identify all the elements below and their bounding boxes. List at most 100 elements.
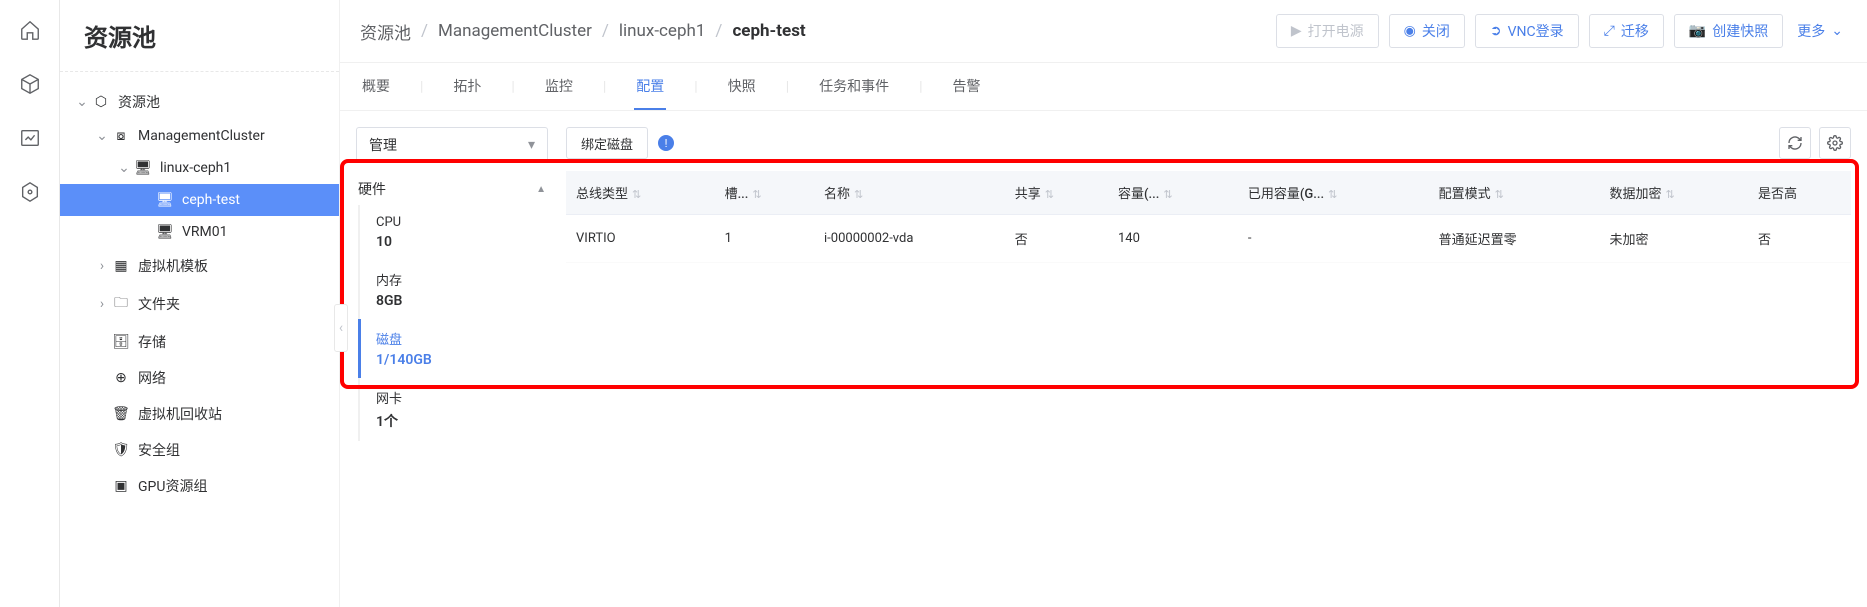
gpu-icon: ▣ [112, 478, 130, 494]
vnc-button[interactable]: ➲VNC登录 [1475, 14, 1579, 48]
col-is[interactable]: 是否高 [1748, 171, 1851, 215]
table-header-row: 总线类型⇅ 槽...⇅ 名称⇅ 共享⇅ 容量(...⇅ 已用容量(G...⇅ 配… [566, 171, 1851, 215]
bind-disk-button[interactable]: 绑定磁盘 [566, 127, 648, 159]
tree-host[interactable]: ⌄🖥linux-ceph1 [60, 152, 339, 184]
main: 资源池/ ManagementCluster/ linux-ceph1/ cep… [340, 0, 1867, 607]
tab-config[interactable]: 配置 [634, 63, 666, 110]
chart-icon[interactable] [18, 126, 42, 150]
info-icon[interactable]: ! [658, 135, 674, 151]
tab-topology[interactable]: 拓扑 [451, 63, 483, 110]
chevron-down-icon: ⌄ [94, 128, 110, 144]
chevron-down-icon: ⌄ [1831, 23, 1843, 39]
content: 管理 ▾ 硬件 ▲ CPU 10 内存 8GB [340, 111, 1867, 607]
storage-icon: 🗄 [112, 334, 130, 350]
col-encrypt[interactable]: 数据加密⇅ [1599, 171, 1748, 215]
chevron-down-icon: ⌄ [116, 160, 132, 176]
tree-templates[interactable]: ›▦虚拟机模板 [60, 248, 339, 284]
snapshot-button[interactable]: 📷创建快照 [1674, 14, 1783, 48]
cell-slot: 1 [715, 215, 814, 263]
migrate-button[interactable]: ⤢迁移 [1589, 14, 1664, 48]
breadcrumb-item[interactable]: ManagementCluster [438, 21, 592, 41]
cell-encrypt: 未加密 [1599, 215, 1748, 263]
more-button[interactable]: 更多 ⌄ [1793, 14, 1847, 48]
cell-name: i-00000002-vda [814, 215, 1005, 263]
tree-storage[interactable]: 🗄存储 [60, 324, 339, 360]
col-name[interactable]: 名称⇅ [814, 171, 1005, 215]
hw-item-cpu[interactable]: CPU 10 [360, 205, 548, 260]
hw-item-nic[interactable]: 网卡 1个 [360, 378, 548, 441]
tab-overview[interactable]: 概要 [360, 63, 392, 110]
col-bus[interactable]: 总线类型⇅ [566, 171, 715, 215]
sort-icon: ⇅ [632, 188, 641, 201]
hw-header[interactable]: 硬件 ▲ [356, 173, 548, 205]
cell-is: 否 [1748, 215, 1851, 263]
settings-button[interactable] [1819, 127, 1851, 159]
tree-cluster[interactable]: ⌄⧇ManagementCluster [60, 120, 339, 152]
tab-snapshot[interactable]: 快照 [726, 63, 758, 110]
sort-icon: ⇅ [1045, 188, 1054, 201]
network-icon: ⊕ [112, 370, 130, 386]
col-slot[interactable]: 槽...⇅ [715, 171, 814, 215]
col-cap[interactable]: 容量(...⇅ [1108, 171, 1238, 215]
collapse-handle[interactable]: ‹ [334, 304, 348, 352]
login-icon: ➲ [1490, 23, 1502, 39]
sort-icon: ⇅ [1495, 188, 1504, 201]
cell-used: - [1238, 215, 1429, 263]
tab-alarm[interactable]: 告警 [951, 63, 983, 110]
nav-rail [0, 0, 60, 607]
action-bar: ▶打开电源 ◉关闭 ➲VNC登录 ⤢迁移 📷创建快照 更多 ⌄ [1276, 14, 1847, 48]
template-icon: ▦ [112, 258, 130, 274]
col-share[interactable]: 共享⇅ [1005, 171, 1108, 215]
breadcrumb-item[interactable]: 资源池 [360, 19, 411, 44]
caret-down-icon: ▾ [528, 137, 535, 153]
cluster-icon: ⧇ [112, 128, 130, 144]
tree-gpu[interactable]: ▣GPU资源组 [60, 468, 339, 504]
vm-icon: 🖥 [156, 224, 174, 240]
hw-item-disk[interactable]: 磁盘 1/140GB [358, 319, 548, 378]
migrate-icon: ⤢ [1604, 23, 1615, 39]
cell-share: 否 [1005, 215, 1108, 263]
mgmt-panel: 管理 ▾ 硬件 ▲ CPU 10 内存 8GB [356, 127, 548, 591]
tree-secgroup[interactable]: 🛡安全组 [60, 432, 339, 468]
play-icon: ▶ [1291, 23, 1302, 39]
tree-root[interactable]: ⌄⬡资源池 [60, 84, 339, 120]
sort-icon: ⇅ [752, 188, 761, 201]
tree-network[interactable]: ⊕网络 [60, 360, 339, 396]
sidebar-title: 资源池 [60, 18, 339, 72]
trash-icon: 🗑 [112, 406, 130, 422]
tab-monitor[interactable]: 监控 [543, 63, 575, 110]
tree-recycle[interactable]: 🗑虚拟机回收站 [60, 396, 339, 432]
refresh-button[interactable] [1779, 127, 1811, 159]
power-on-button: ▶打开电源 [1276, 14, 1379, 48]
chevron-down-icon: ⌄ [74, 94, 90, 110]
tree-vm-ceph-test[interactable]: 🖥ceph-test [60, 184, 339, 216]
col-used[interactable]: 已用容量(G...⇅ [1238, 171, 1429, 215]
hw-item-memory[interactable]: 内存 8GB [360, 260, 548, 319]
resource-tree: ⌄⬡资源池 ⌄⧇ManagementCluster ⌄🖥linux-ceph1 … [60, 84, 339, 504]
table-panel: 绑定磁盘 ! 总线类型⇅ 槽...⇅ 名称⇅ 共享⇅ 容量( [566, 127, 1867, 591]
sidebar: 资源池 ⌄⬡资源池 ⌄⧇ManagementCluster ⌄🖥linux-ce… [60, 0, 340, 607]
shield-icon: 🛡 [112, 442, 130, 458]
tab-tasks[interactable]: 任务和事件 [817, 63, 891, 110]
tree-folders[interactable]: ›🗀文件夹 [60, 284, 339, 324]
camera-icon: 📷 [1689, 23, 1706, 39]
sort-icon: ⇅ [1328, 188, 1337, 201]
vm-icon: 🖥 [156, 192, 174, 208]
hexagon-icon[interactable] [18, 180, 42, 204]
folder-icon: 🗀 [112, 292, 130, 316]
cell-bus: VIRTIO [566, 215, 715, 263]
mgmt-select[interactable]: 管理 ▾ [356, 127, 548, 163]
sort-icon: ⇅ [1666, 188, 1675, 201]
col-mode[interactable]: 配置模式⇅ [1429, 171, 1600, 215]
table-row[interactable]: VIRTIO 1 i-00000002-vda 否 140 - 普通延迟置零 未… [566, 215, 1851, 263]
tree-vm-vrm01[interactable]: 🖥VRM01 [60, 216, 339, 248]
breadcrumb: 资源池/ ManagementCluster/ linux-ceph1/ cep… [360, 19, 806, 44]
cube-icon: ⬡ [92, 94, 110, 110]
chevron-right-icon: › [94, 258, 110, 274]
home-icon[interactable] [18, 18, 42, 42]
sort-icon: ⇅ [854, 188, 863, 201]
chevron-right-icon: › [94, 296, 110, 312]
breadcrumb-item[interactable]: linux-ceph1 [619, 21, 706, 41]
power-off-button[interactable]: ◉关闭 [1389, 14, 1465, 48]
cube-icon[interactable] [18, 72, 42, 96]
